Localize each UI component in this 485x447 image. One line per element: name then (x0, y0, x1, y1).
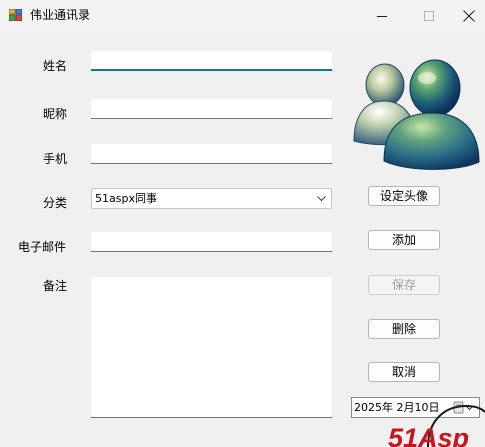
nickname-input[interactable] (91, 99, 332, 119)
phone-input[interactable] (91, 144, 332, 164)
name-input[interactable] (91, 51, 332, 71)
category-select[interactable]: 51aspx同事 (91, 188, 332, 209)
close-icon (462, 9, 475, 22)
note-textarea[interactable] (91, 277, 332, 418)
51aspx-watermark: 51Asp (388, 404, 485, 447)
maximize-icon (424, 10, 434, 21)
cancel-button[interactable]: 取消 (368, 362, 440, 382)
close-button[interactable] (452, 0, 485, 31)
set-avatar-button[interactable]: 设定头像 (368, 186, 440, 206)
category-value: 51aspx同事 (95, 192, 157, 205)
name-label: 姓名 (43, 59, 68, 73)
email-label: 电子邮件 (18, 240, 67, 254)
chevron-down-icon (317, 196, 326, 202)
note-label: 备注 (43, 279, 68, 293)
msn-buddy-avatar (353, 59, 480, 170)
minimize-button[interactable] (359, 0, 405, 31)
phone-label: 手机 (43, 152, 68, 166)
address-book-icon (9, 9, 22, 21)
nickname-label: 昵称 (43, 107, 68, 121)
email-input[interactable] (91, 232, 332, 252)
window-title: 伟业通讯录 (30, 8, 91, 22)
delete-button[interactable]: 删除 (368, 319, 440, 339)
title-bar: 伟业通讯录 (0, 0, 485, 31)
minimize-icon (377, 15, 387, 17)
save-button[interactable]: 保存 (368, 275, 440, 295)
maximize-button[interactable] (406, 0, 452, 31)
category-label: 分类 (43, 196, 68, 210)
watermark-text: 51Asp (388, 423, 469, 447)
add-button[interactable]: 添加 (368, 230, 440, 250)
